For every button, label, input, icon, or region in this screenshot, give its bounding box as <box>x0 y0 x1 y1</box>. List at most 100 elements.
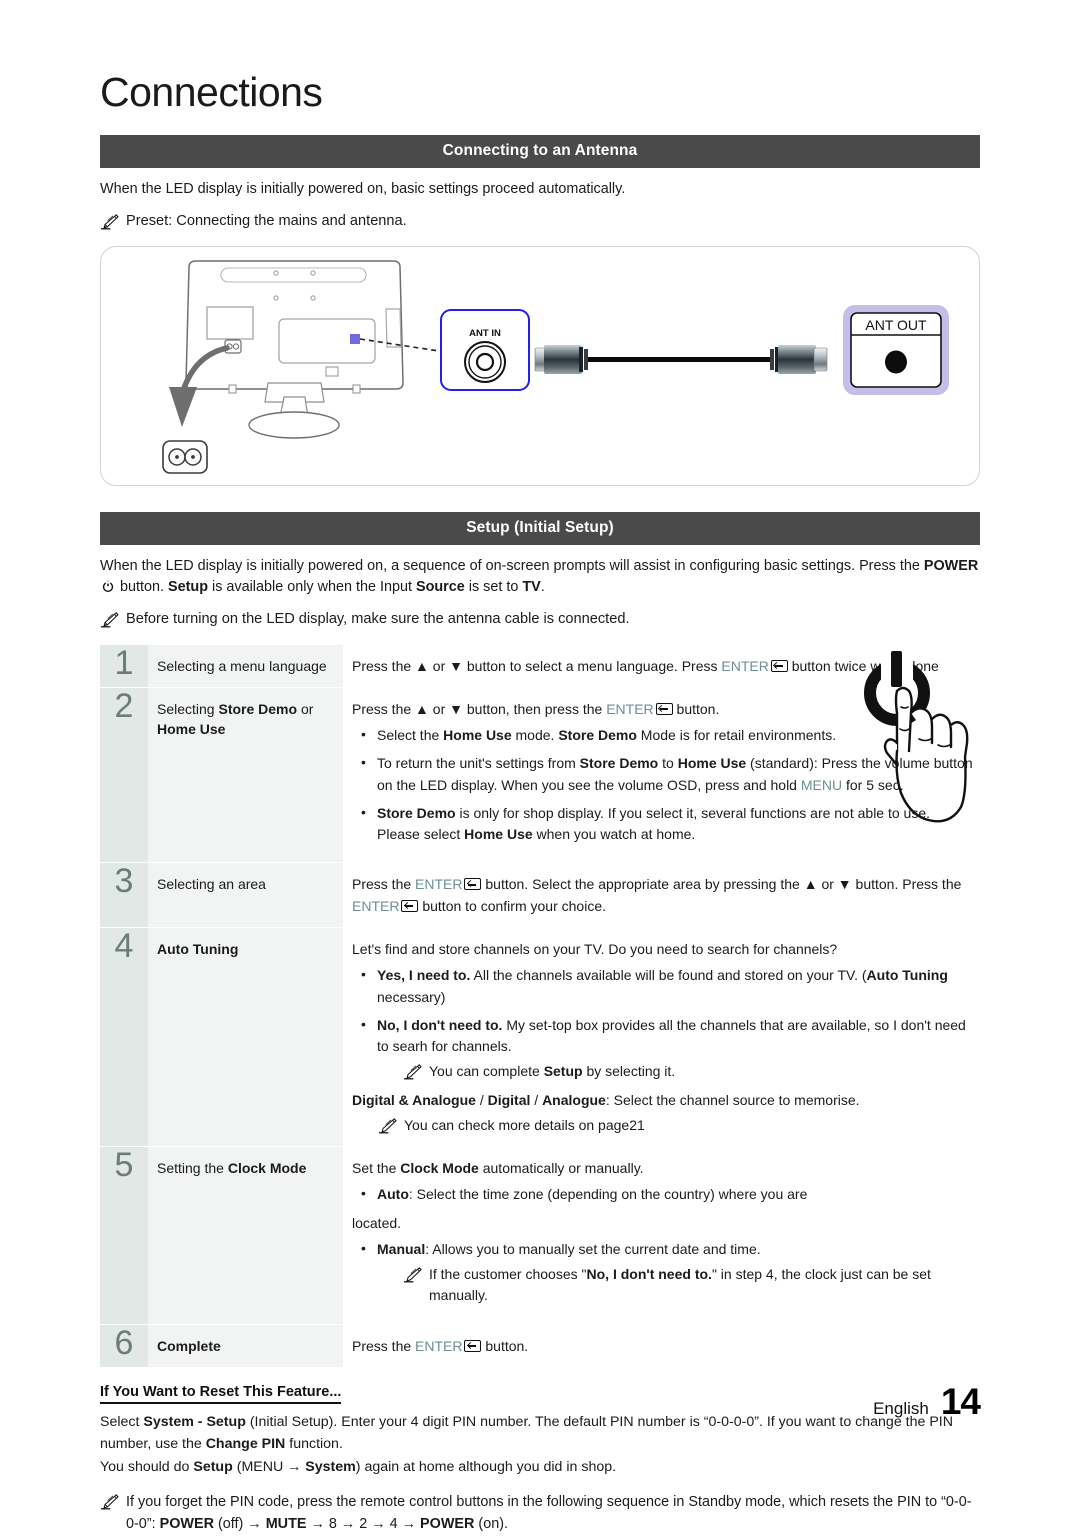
txt: Analogue <box>542 1091 606 1108</box>
list-item: Auto: Select the time zone (depending on… <box>352 1183 976 1205</box>
list-item: To return the unit's settings from Store… <box>352 752 976 796</box>
txt: Store Demo <box>558 727 637 744</box>
list-item: Select the Home Use mode. Store Demo Mod… <box>352 724 976 746</box>
txt: or <box>817 876 838 893</box>
txt: Select the <box>377 727 444 744</box>
txt: by selecting it. <box>582 1063 676 1080</box>
enter-key-label: ENTER <box>352 897 400 914</box>
txt: Press the <box>352 657 416 674</box>
step-number: 6 <box>100 1323 148 1367</box>
txt: : Select the time zone (depending on the… <box>408 1186 808 1203</box>
txt: Mode is for retail environments. <box>636 727 837 744</box>
pencil-note-icon <box>404 1064 422 1080</box>
txt: Selecting <box>157 700 219 717</box>
table-row: 6 Complete Press the ENTER button. <box>100 1323 980 1368</box>
menu-key-label: MENU <box>800 776 843 793</box>
txt: Set the <box>352 1160 401 1177</box>
setup-intro-part1: When the LED display is initially powere… <box>100 557 924 574</box>
page-number: 14 <box>940 1381 981 1422</box>
antenna-connection-diagram: Power Input ANT IN <box>100 245 980 503</box>
step-number: 4 <box>100 928 148 1147</box>
step-description: Let's find and store channels on your TV… <box>343 928 980 1146</box>
setup-intro-part5: . <box>540 579 545 596</box>
power-symbol-icon <box>102 578 114 593</box>
arrow-down-icon: ▼ <box>449 700 463 717</box>
arrow-up-icon: ▲ <box>803 876 818 893</box>
step-title: Setting the Clock Mode <box>148 1147 343 1324</box>
txt: Store Demo <box>377 804 456 821</box>
txt: automatically or manually. <box>478 1160 644 1177</box>
txt: Select <box>100 1413 144 1430</box>
arrow-up-icon: ▲ <box>415 657 429 674</box>
setup-intro-part2: button. <box>116 579 169 596</box>
inline-note-text: You can check more details on page21 <box>404 1116 645 1133</box>
reset-feature-heading: If You Want to Reset This Feature... <box>100 1384 342 1404</box>
step5-orphan-line: located. <box>352 1214 402 1231</box>
step-number: 5 <box>100 1147 148 1324</box>
ant-out-label: ANT OUT <box>865 317 927 333</box>
txt: Auto <box>377 1186 409 1203</box>
step5-bullet-list-2: Manual: Allows you to manually set the c… <box>352 1238 976 1307</box>
diagram-svg: Power Input ANT IN <box>149 259 949 503</box>
step-title: Selecting an area <box>148 863 343 927</box>
arrow-down-icon: ▼ <box>837 876 852 893</box>
section-header-antenna: Connecting to an Antenna <box>100 135 980 168</box>
txt: Home Use <box>464 826 533 843</box>
pin-reset-note-text: If you forget the PIN code, press the re… <box>126 1491 980 1536</box>
txt: Home Use <box>443 727 512 744</box>
enter-key-label: ENTER <box>415 876 463 893</box>
pencil-note-icon <box>379 1118 397 1134</box>
txt: Yes, I need to. <box>377 967 471 984</box>
txt: No, I don't need to. <box>377 1016 503 1033</box>
txt: or <box>428 700 450 717</box>
setup-intro-setup: Setup <box>168 579 208 596</box>
step-number-text: 3 <box>114 862 134 901</box>
txt: button. Press the <box>851 876 962 893</box>
arrow-up-icon: ▲ <box>415 700 429 717</box>
system-setup-term: System - Setup <box>143 1413 246 1430</box>
section-header-setup: Setup (Initial Setup) <box>100 511 980 545</box>
txt: You should do <box>100 1459 194 1476</box>
footer-language: English <box>873 1399 929 1418</box>
clock-mode-term: Clock Mode <box>227 1160 307 1177</box>
inline-note-text: If the customer chooses "No, I don't nee… <box>429 1264 976 1307</box>
setup-intro-text: When the LED display is initially powere… <box>100 556 980 599</box>
inline-note: You can check more details on page21 <box>352 1115 976 1136</box>
step-description-text: Set the Clock Mode automatically or manu… <box>352 1158 976 1179</box>
home-use-term: Home Use <box>157 721 226 738</box>
txt: : Select the channel source to memorise. <box>605 1091 860 1108</box>
enter-key-label: ENTER <box>415 1337 463 1354</box>
list-item: Yes, I need to. All the channels availab… <box>352 964 976 1008</box>
step-number-text: 6 <box>114 1323 134 1362</box>
step-title: Selecting Store Demo or Home Use <box>148 687 343 863</box>
enter-key-icon <box>464 878 482 891</box>
txt: : Allows you to manually set the current… <box>425 1240 761 1257</box>
antenna-intro-text: When the LED display is initially powere… <box>100 181 626 197</box>
step-title-text: Selecting an area <box>157 876 266 893</box>
txt: Press the <box>352 1337 416 1354</box>
step-title: Auto Tuning <box>148 928 343 1147</box>
ant-out-wall-outlet: ANT OUT <box>843 304 949 395</box>
txt: Home Use <box>677 755 747 772</box>
list-item: Store Demo is only for shop display. If … <box>352 802 976 846</box>
txt: You can complete <box>429 1063 544 1080</box>
txt: If the customer chooses " <box>429 1266 587 1283</box>
enter-key-label: ENTER <box>721 657 769 674</box>
txt: function. <box>285 1435 343 1452</box>
power-input-socket <box>162 439 208 474</box>
txt: or <box>297 700 314 717</box>
txt: ) again at home although you did in shop… <box>355 1459 617 1476</box>
txt: Digital & Analogue <box>352 1091 476 1108</box>
txt: Manual <box>377 1240 426 1257</box>
antenna-note: Preset: Connecting the mains and antenna… <box>100 211 980 233</box>
store-demo-term: Store Demo <box>218 700 298 717</box>
setup-intro-part4: is set to <box>464 579 523 596</box>
step-title-text: Selecting a menu language <box>157 657 327 674</box>
enter-key-icon <box>401 899 419 912</box>
reset-feature-section: If You Want to Reset This Feature... Sel… <box>100 1368 980 1536</box>
step-title: Complete <box>148 1324 343 1367</box>
txt: No, I don't need to. <box>586 1266 712 1283</box>
enter-key-icon <box>770 659 788 672</box>
enter-key-label: ENTER <box>606 700 654 717</box>
page-footer: English 14 <box>873 1381 981 1423</box>
